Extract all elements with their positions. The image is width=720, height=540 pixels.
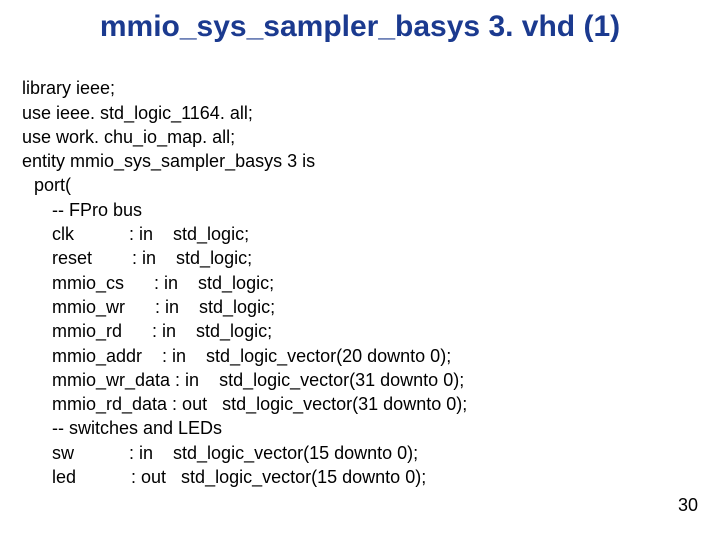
code-line: mmio_rd_data : out std_logic_vector(31 d… bbox=[22, 392, 467, 416]
code-line: mmio_rd : in std_logic; bbox=[22, 319, 272, 343]
code-line: sw : in std_logic_vector(15 downto 0); bbox=[22, 441, 418, 465]
code-line: use work. chu_io_map. all; bbox=[22, 127, 235, 147]
code-line: led : out std_logic_vector(15 downto 0); bbox=[22, 465, 426, 489]
code-line: reset : in std_logic; bbox=[22, 246, 252, 270]
code-line: mmio_addr : in std_logic_vector(20 downt… bbox=[22, 344, 451, 368]
page-number: 30 bbox=[678, 495, 698, 516]
slide: mmio_sys_sampler_basys 3. vhd (1) librar… bbox=[0, 0, 720, 540]
code-line: library ieee; bbox=[22, 78, 115, 98]
code-line: -- switches and LEDs bbox=[22, 416, 222, 440]
slide-title: mmio_sys_sampler_basys 3. vhd (1) bbox=[0, 0, 720, 52]
code-line: mmio_wr : in std_logic; bbox=[22, 295, 275, 319]
code-line: -- FPro bus bbox=[22, 198, 142, 222]
code-line: mmio_wr_data : in std_logic_vector(31 do… bbox=[22, 368, 464, 392]
code-line: port( bbox=[22, 173, 71, 197]
code-block: library ieee; use ieee. std_logic_1164. … bbox=[0, 52, 720, 489]
code-line: clk : in std_logic; bbox=[22, 222, 249, 246]
code-line: entity mmio_sys_sampler_basys 3 is bbox=[22, 151, 315, 171]
code-line: use ieee. std_logic_1164. all; bbox=[22, 103, 253, 123]
code-line: mmio_cs : in std_logic; bbox=[22, 271, 274, 295]
